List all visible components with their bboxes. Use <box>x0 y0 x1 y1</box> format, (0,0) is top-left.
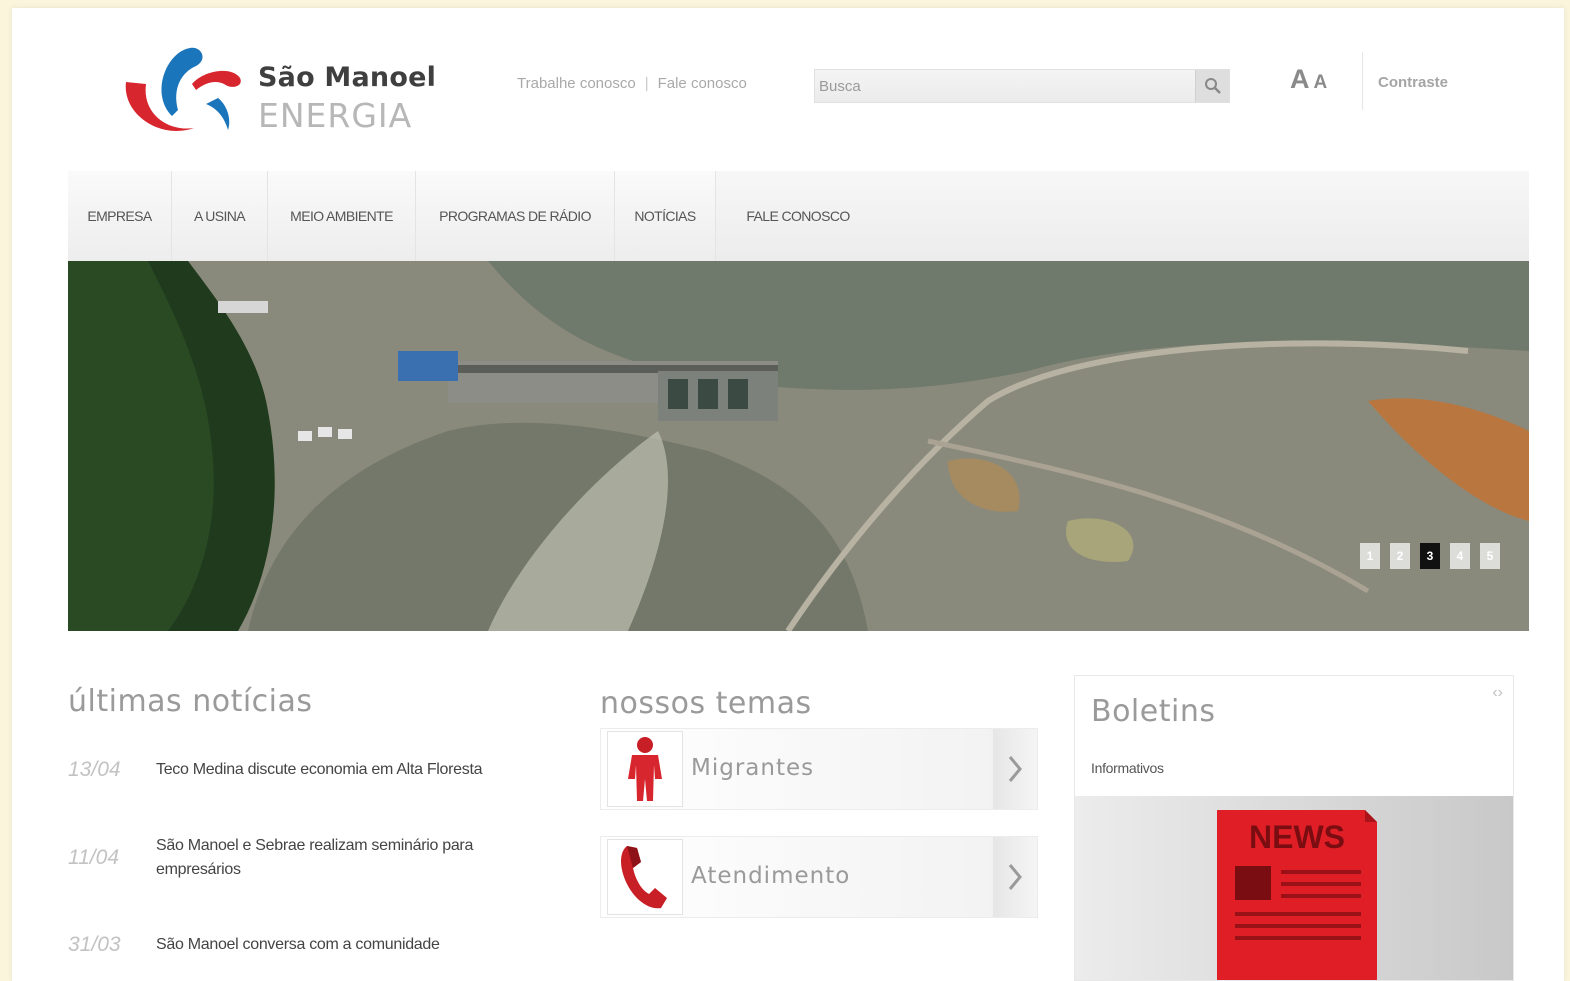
nav-item-fale-conosco[interactable]: FALE CONOSCO <box>716 171 880 261</box>
search-button[interactable] <box>1195 70 1229 102</box>
header-divider <box>1362 52 1363 110</box>
chevron-right-icon <box>1008 864 1022 890</box>
newspaper-icon: NEWS <box>1217 810 1377 980</box>
theme-icon-box <box>607 731 683 807</box>
phone-icon <box>621 846 667 909</box>
slider-dot-4[interactable]: 4 <box>1450 543 1470 569</box>
news-date: 31/03 <box>68 933 121 956</box>
theme-migrantes[interactable]: Migrantes <box>600 728 1038 810</box>
boletins-title: Boletins <box>1091 694 1216 729</box>
brand-name: São Manoel <box>258 62 437 93</box>
person-icon <box>628 737 662 801</box>
theme-arrow-button[interactable] <box>993 837 1037 917</box>
font-decrease-button[interactable]: A <box>1314 72 1328 93</box>
news-section-title: últimas notícias <box>68 684 313 719</box>
news-date: 13/04 <box>68 758 121 781</box>
slider-dot-5[interactable]: 5 <box>1480 543 1500 569</box>
nav-item-empresa[interactable]: EMPRESA <box>68 171 172 261</box>
search-box <box>814 69 1230 103</box>
nav-item-a-usina[interactable]: A USINA <box>172 171 268 261</box>
slider-dot-2[interactable]: 2 <box>1390 543 1410 569</box>
slider-dot-1[interactable]: 1 <box>1360 543 1380 569</box>
slider-pager: 1 2 3 4 5 <box>1360 543 1500 569</box>
news-headline[interactable]: São Manoel e Sebrae realizam seminário p… <box>156 834 536 882</box>
boletins-subtitle: Informativos <box>1091 760 1164 776</box>
boletins-nav: ‹› <box>1492 684 1503 702</box>
page: São Manoel ENERGIA Trabalhe conosco | Fale… <box>12 8 1564 981</box>
contrast-button[interactable]: Contraste <box>1378 74 1448 91</box>
news-headline[interactable]: Teco Medina discute economia em Alta Flo… <box>156 758 483 782</box>
main-nav: EMPRESA A USINA MEIO AMBIENTE PROGRAMAS … <box>68 171 1529 261</box>
font-increase-button[interactable]: A <box>1290 64 1310 94</box>
nav-item-meio-ambiente[interactable]: MEIO AMBIENTE <box>268 171 416 261</box>
search-input[interactable] <box>815 70 1195 102</box>
font-size-controls: AA <box>1290 64 1327 95</box>
nav-item-programas-de-radio[interactable]: PROGRAMAS DE RÁDIO <box>416 171 615 261</box>
hero-banner[interactable]: 1 2 3 4 5 <box>68 261 1529 631</box>
theme-icon-box <box>607 839 683 915</box>
news-item[interactable]: 13/04 Teco Medina discute economia em Al… <box>68 758 548 782</box>
news-item[interactable]: 31/03 São Manoel conversa com a comunida… <box>68 933 548 957</box>
news-item[interactable]: 11/04 São Manoel e Sebrae realizam semin… <box>68 834 548 882</box>
link-fale-conosco[interactable]: Fale conosco <box>658 75 747 92</box>
boletins-panel: Boletins ‹› Informativos NEWS <box>1074 675 1514 981</box>
theme-label: Atendimento <box>691 863 851 889</box>
news-date: 11/04 <box>68 846 119 869</box>
next-arrow-icon[interactable]: › <box>1498 684 1503 701</box>
link-separator: | <box>644 75 649 92</box>
logo-mark-icon <box>125 47 241 131</box>
chevron-right-icon <box>1008 756 1022 782</box>
logo[interactable]: São Manoel ENERGIA <box>120 44 450 144</box>
theme-label: Migrantes <box>691 755 815 781</box>
theme-arrow-button[interactable] <box>993 729 1037 809</box>
news-image-text: NEWS <box>1249 819 1345 855</box>
boletins-image[interactable]: NEWS <box>1075 796 1513 980</box>
search-icon <box>1204 78 1221 94</box>
nav-item-noticias[interactable]: NOTÍCIAS <box>615 171 716 261</box>
themes-section-title: nossos temas <box>600 686 812 721</box>
theme-atendimento[interactable]: Atendimento <box>600 836 1038 918</box>
link-trabalhe-conosco[interactable]: Trabalhe conosco <box>517 75 636 92</box>
brand-sub: ENERGIA <box>258 96 413 135</box>
news-headline[interactable]: São Manoel conversa com a comunidade <box>156 933 440 957</box>
slider-dot-3[interactable]: 3 <box>1420 543 1440 569</box>
top-links: Trabalhe conosco | Fale conosco <box>517 75 747 92</box>
dam-aerial-image <box>68 261 1529 631</box>
